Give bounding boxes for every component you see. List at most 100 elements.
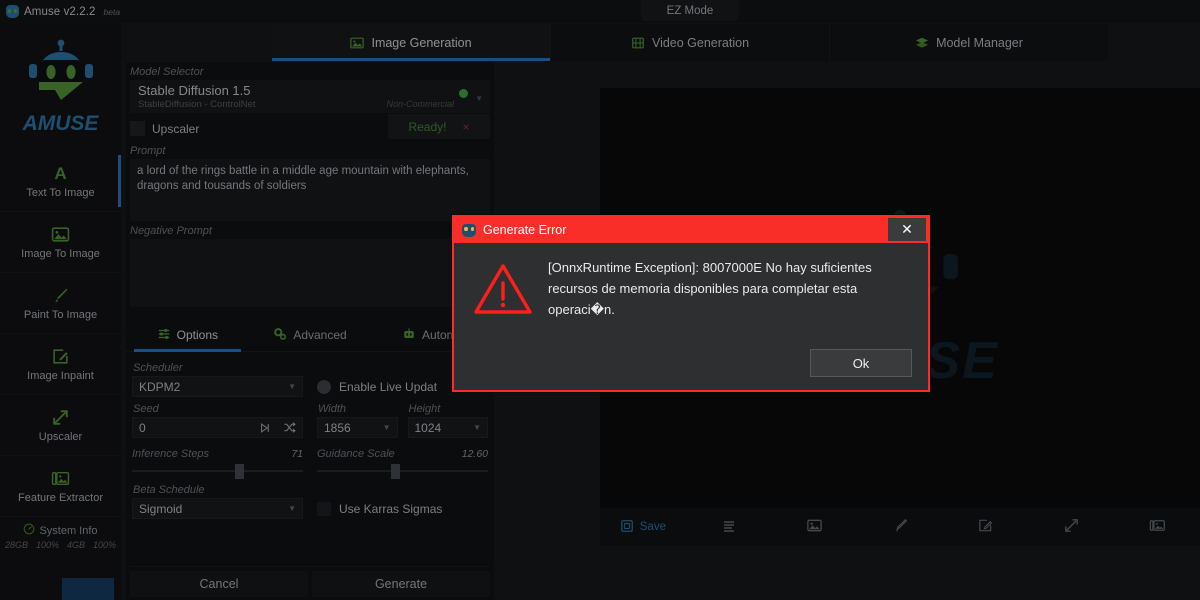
sidebar-item-feature-extractor[interactable]: Feature Extractor <box>0 456 121 517</box>
scheduler-value: KDPM2 <box>139 379 181 394</box>
title-bar: Amuse v2.2.2 beta <box>0 0 1200 23</box>
toolbar-image-button[interactable] <box>771 517 857 537</box>
tab-model-manager[interactable]: Model Manager <box>830 24 1108 61</box>
tab-label: Options <box>176 328 219 342</box>
sidebar-item-label: Feature Extractor <box>18 491 103 504</box>
live-update-label: Enable Live Updat <box>339 379 438 394</box>
sliders-icon <box>157 327 171 344</box>
scheduler-select[interactable]: KDPM2 ▼ <box>132 376 303 397</box>
prompt-label: Prompt <box>130 145 166 157</box>
system-info[interactable]: System Info 28GB 100% 4GB 100% <box>0 523 121 550</box>
scheduler-label: Scheduler <box>133 362 183 374</box>
app-brand: Amuse v2.2.2 beta <box>6 5 120 18</box>
robot-icon <box>402 327 416 344</box>
step-forward-icon[interactable] <box>254 418 276 437</box>
negative-prompt-label: Negative Prompt <box>130 225 212 237</box>
tab-label: Advanced <box>293 328 347 342</box>
expand-arrows-icon <box>51 408 70 428</box>
upscaler-label: Upscaler <box>152 121 200 136</box>
close-icon[interactable]: × <box>463 120 470 134</box>
beta-schedule-select[interactable]: Sigmoid ▼ <box>132 498 303 519</box>
ok-button[interactable]: Ok <box>810 349 912 377</box>
karras-sigmas-checkbox[interactable] <box>317 501 331 516</box>
close-button[interactable]: ✕ <box>888 218 926 241</box>
seed-input[interactable]: 0 <box>132 417 303 438</box>
sidebar-bottom-indicator <box>62 578 114 600</box>
inference-steps-slider[interactable] <box>132 464 303 479</box>
negative-prompt-input[interactable] <box>130 239 490 307</box>
top-tab-bar: Image Generation Video Generation Model … <box>272 24 1108 61</box>
slider-track <box>317 470 488 472</box>
live-update-toggle[interactable] <box>317 379 331 394</box>
pencil-square-icon <box>977 517 994 537</box>
upscaler-checkbox[interactable] <box>130 121 145 136</box>
canvas-toolbar: Save <box>600 508 1200 546</box>
shuffle-icon[interactable] <box>278 418 300 437</box>
dialog-title: Generate Error <box>483 223 567 237</box>
sidebar-item-upscaler[interactable]: Upscaler <box>0 395 121 456</box>
dialog-title-bar: Generate Error ✕ <box>454 217 928 243</box>
sidebar-item-label: Image To Image <box>21 247 100 260</box>
generate-button[interactable]: Generate <box>312 571 490 597</box>
inference-steps-label: Inference Steps <box>132 448 210 460</box>
width-value: 1856 <box>324 420 351 435</box>
save-icon <box>620 519 634 536</box>
generate-error-dialog[interactable]: Generate Error ✕ [OnnxRuntime Exception]… <box>452 215 930 392</box>
beta-schedule-value: Sigmoid <box>139 501 183 516</box>
stacked-images-icon <box>51 469 70 489</box>
slider-handle[interactable] <box>235 464 245 479</box>
cancel-button[interactable]: Cancel <box>130 571 308 597</box>
stat-ram-total: 4GB <box>67 540 86 550</box>
letter-a-icon: A <box>54 163 67 183</box>
height-value: 1024 <box>414 420 442 435</box>
chevron-down-icon[interactable]: ▼ <box>475 94 483 103</box>
tab-options[interactable]: Options <box>126 319 249 352</box>
prompt-input[interactable]: a lord of the rings battle in a middle a… <box>130 159 490 221</box>
tab-advanced[interactable]: Advanced <box>249 319 372 351</box>
toolbar-paint-button[interactable] <box>857 517 943 537</box>
stacked-images-icon <box>1149 517 1166 537</box>
robot-icon <box>462 223 476 237</box>
save-button[interactable]: Save <box>600 519 686 536</box>
sidebar-item-paint-to-image[interactable]: Paint To Image <box>0 273 121 334</box>
warning-triangle-icon <box>472 261 534 322</box>
generation-settings-panel: Model Selector Stable Diffusion 1.5 Stab… <box>126 62 494 600</box>
sidebar-item-label: Text To Image <box>26 186 95 199</box>
height-select[interactable]: 1024 ▼ <box>407 417 488 438</box>
karras-sigmas-label: Use Karras Sigmas <box>339 501 443 516</box>
karras-sigmas-row[interactable]: Use Karras Sigmas <box>317 498 488 519</box>
app-beta-tag: beta <box>103 6 121 17</box>
toolbar-list-button[interactable] <box>686 518 772 537</box>
toolbar-inpaint-button[interactable] <box>943 517 1029 537</box>
gears-icon <box>273 327 287 344</box>
tab-video-generation[interactable]: Video Generation <box>551 24 830 61</box>
image-icon <box>51 225 70 245</box>
options-tab-bar: Options Advanced Automa <box>126 319 494 352</box>
seed-label: Seed <box>133 403 159 415</box>
beta-schedule-label: Beta Schedule <box>133 484 205 496</box>
sidebar-item-text-to-image[interactable]: A Text To Image <box>0 151 121 212</box>
ready-text: Ready! <box>408 119 447 134</box>
tab-image-generation[interactable]: Image Generation <box>272 24 551 61</box>
toolbar-upscale-button[interactable] <box>1029 517 1115 537</box>
sidebar-item-image-inpaint[interactable]: Image Inpaint <box>0 334 121 395</box>
ez-mode-button[interactable]: EZ Mode <box>641 0 739 21</box>
slider-handle[interactable] <box>391 464 401 479</box>
chevron-down-icon: ▼ <box>473 423 481 432</box>
sidebar-item-label: Upscaler <box>38 430 83 443</box>
guidance-scale-value: 12.60 <box>461 448 488 460</box>
model-selector[interactable]: Stable Diffusion 1.5 StableDiffusion - C… <box>130 80 490 113</box>
list-lines-icon <box>721 518 737 537</box>
paintbrush-icon <box>51 286 70 306</box>
model-status-dot <box>459 89 468 98</box>
toolbar-feature-button[interactable] <box>1114 517 1200 537</box>
width-select[interactable]: 1856 ▼ <box>317 417 398 438</box>
sidebar-item-image-to-image[interactable]: Image To Image <box>0 212 121 273</box>
dialog-body: [OnnxRuntime Exception]: 8007000E No hay… <box>454 243 928 322</box>
upscaler-row: Upscaler Ready! × <box>130 114 490 141</box>
guidance-scale-slider[interactable] <box>317 464 488 479</box>
height-label: Height <box>408 403 441 415</box>
dialog-message: [OnnxRuntime Exception]: 8007000E No hay… <box>548 260 872 317</box>
model-name: Stable Diffusion 1.5 <box>138 83 251 98</box>
model-license: Non-Commercial <box>386 99 454 109</box>
